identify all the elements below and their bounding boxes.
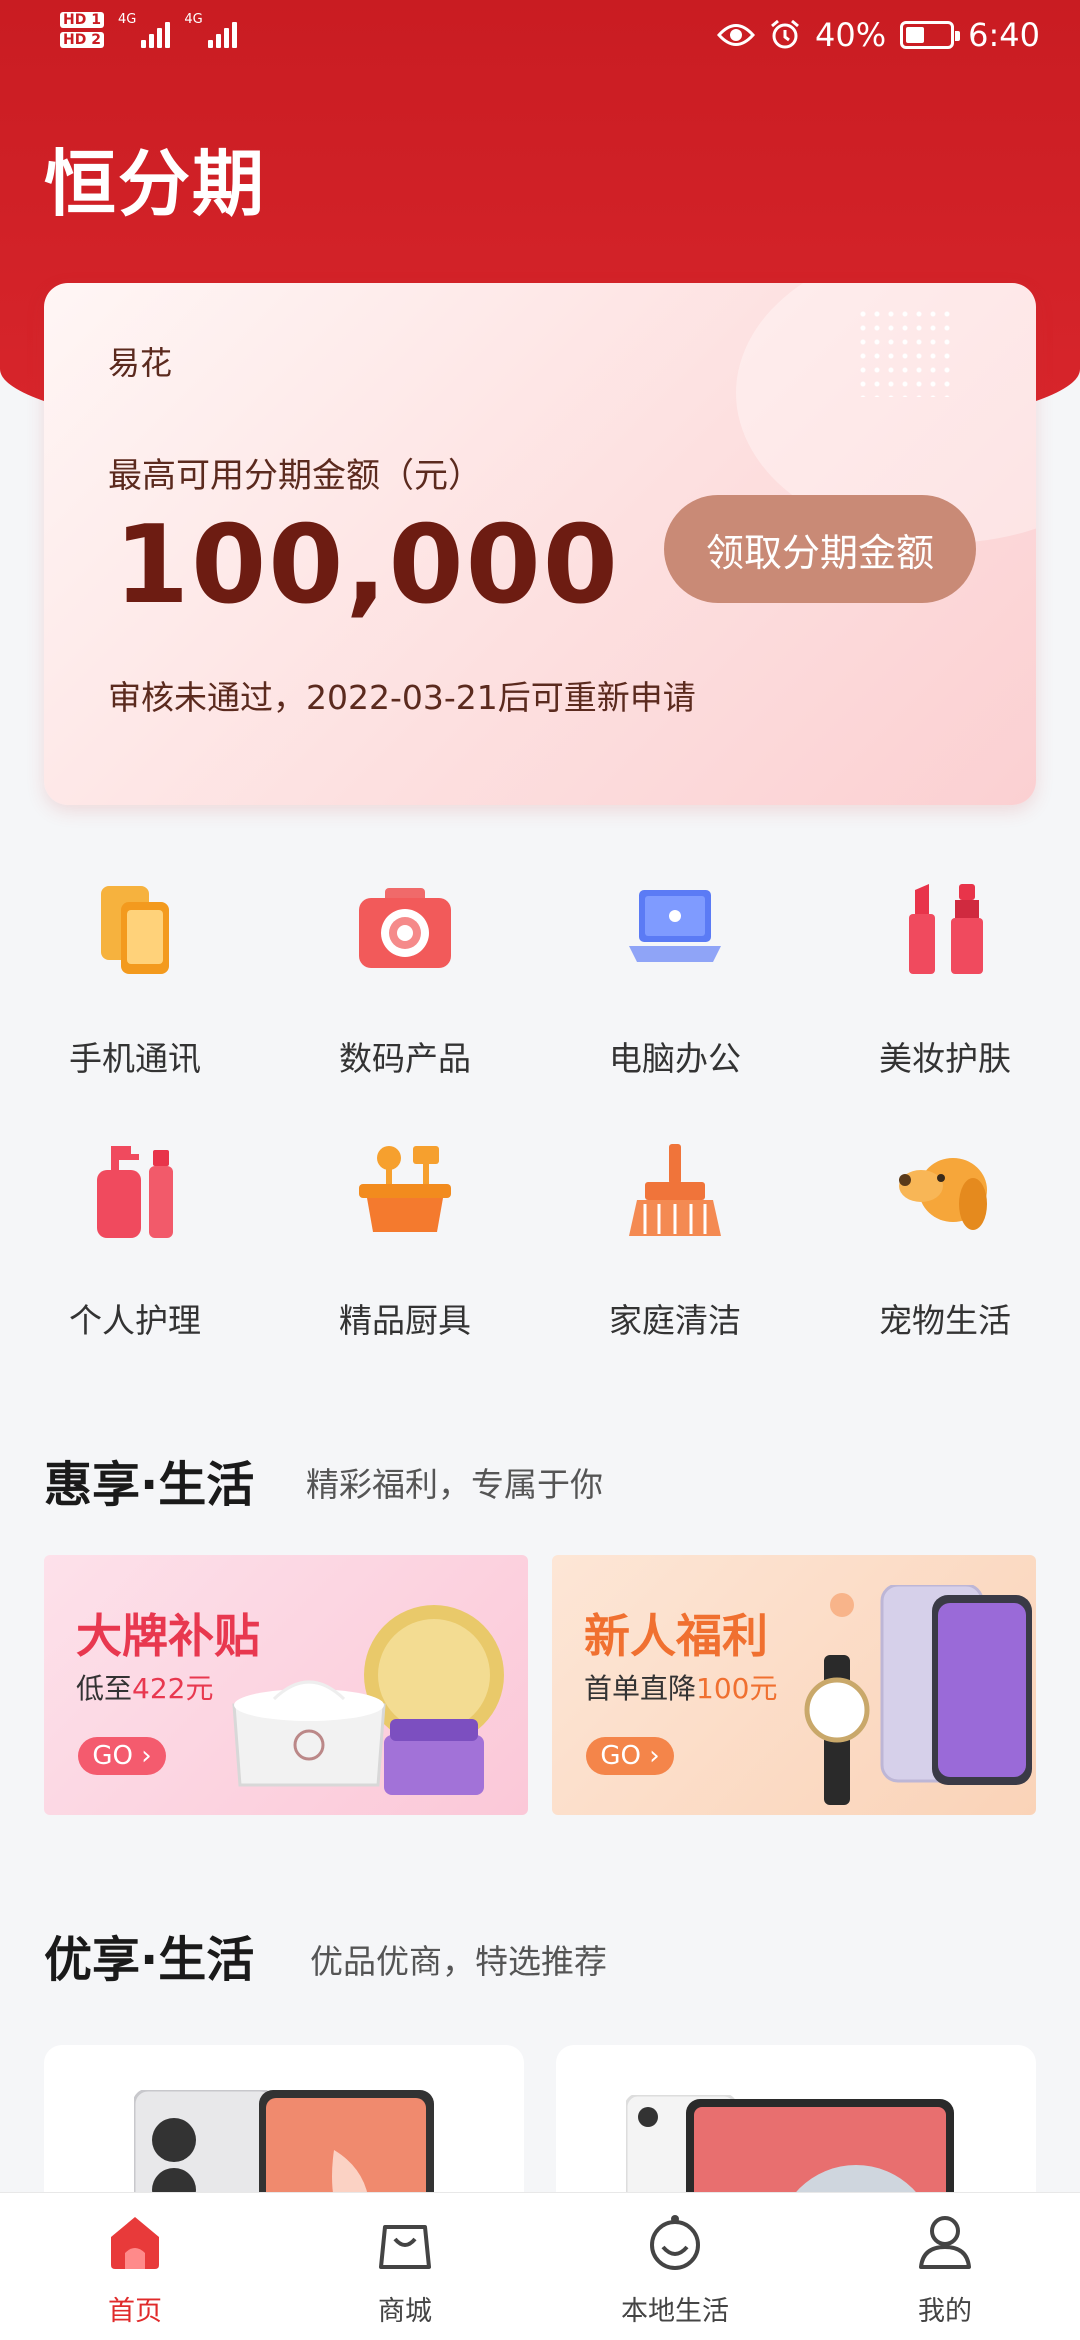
home-icon <box>111 2217 159 2269</box>
lotion-bottle-icon <box>97 1146 173 1238</box>
alarm-icon <box>771 19 799 49</box>
tab-label: 首页 <box>108 2296 162 2327</box>
category-label: 宠物生活 <box>879 1301 1011 1340</box>
category-item-beauty[interactable]: 美妆护肤 <box>810 880 1080 1080</box>
hd2-badge: HD 2 <box>60 32 104 48</box>
battery-percent: 40% <box>815 16 887 54</box>
tab-label: 我的 <box>918 2296 972 2327</box>
credit-card-panel: 易花 最高可用分期金额（元） 100,000 领取分期金额 审核未通过，2022… <box>44 283 1036 805</box>
category-item-computer[interactable]: 电脑办公 <box>540 880 810 1080</box>
product-name: 易花 <box>108 344 173 382</box>
category-label: 美妆护肤 <box>879 1039 1011 1078</box>
promo-card-new-user[interactable]: 新人福利 首单直降100元 GO › <box>552 1555 1036 1815</box>
promo-go-button[interactable]: GO › <box>586 1737 674 1775</box>
app-title: 恒分期 <box>44 142 267 226</box>
category-item-cleaning[interactable]: 家庭清洁 <box>540 1142 810 1342</box>
credit-limit-amount: 100,000 <box>114 503 620 628</box>
tab-mall[interactable]: 商城 <box>270 2193 540 2340</box>
signal-1-icon: 4G <box>117 12 171 48</box>
section-subtitle-benefits: 精彩福利，专属于你 <box>306 1465 603 1504</box>
promo-title: 新人福利 <box>584 1609 768 1663</box>
bottom-tab-bar: 首页 商城 本地生活 我的 <box>0 2192 1080 2340</box>
promo-desc: 低至422元 <box>76 1672 214 1705</box>
signal-2-icon: 4G <box>184 12 237 48</box>
dog-icon <box>899 1158 987 1230</box>
promo-go-button[interactable]: GO › <box>78 1737 166 1775</box>
category-label: 手机通讯 <box>69 1039 201 1078</box>
claim-amount-button[interactable]: 领取分期金额 <box>664 495 976 603</box>
eye-icon <box>717 24 756 46</box>
promo-desc: 首单直降100元 <box>584 1672 778 1705</box>
category-item-pet[interactable]: 宠物生活 <box>810 1142 1080 1342</box>
category-label: 精品厨具 <box>339 1301 471 1340</box>
phone-watch-product-image <box>804 1585 1032 1805</box>
lipstick-icon <box>909 884 983 974</box>
phone-icon <box>101 886 169 974</box>
tab-label: 本地生活 <box>621 2296 729 2327</box>
tab-home[interactable]: 首页 <box>0 2193 270 2340</box>
promo-card-brand-subsidy[interactable]: 大牌补贴 低至422元 GO › <box>44 1555 528 1815</box>
network-type-2: 4G <box>184 12 203 27</box>
shopping-bag-icon <box>379 2225 431 2269</box>
hd1-badge: HD 1 <box>60 12 104 28</box>
category-label: 电脑办公 <box>609 1039 741 1078</box>
camera-icon <box>359 888 451 968</box>
broom-icon <box>629 1144 721 1236</box>
category-item-phone[interactable]: 手机通讯 <box>0 880 270 1080</box>
category-item-digital[interactable]: 数码产品 <box>270 880 540 1080</box>
cookware-icon <box>359 1146 451 1232</box>
category-label: 家庭清洁 <box>609 1301 741 1340</box>
category-item-personal-care[interactable]: 个人护理 <box>0 1142 270 1342</box>
laptop-icon <box>629 890 721 962</box>
dot-pattern <box>856 307 956 397</box>
tab-mine[interactable]: 我的 <box>810 2193 1080 2340</box>
credit-limit-label: 最高可用分期金额（元） <box>108 456 482 496</box>
tab-local-life[interactable]: 本地生活 <box>540 2193 810 2340</box>
category-label: 数码产品 <box>339 1039 471 1078</box>
profile-icon <box>919 2216 971 2269</box>
tab-label: 商城 <box>378 2296 432 2327</box>
network-type-1: 4G <box>117 12 137 27</box>
section-subtitle-recommend: 优品优商，特选推荐 <box>310 1942 607 1981</box>
section-title-recommend: 优享·生活 <box>44 1932 255 1988</box>
category-item-kitchen[interactable]: 精品厨具 <box>270 1142 540 1342</box>
review-status-note: 审核未通过，2022-03-21后可重新申请 <box>108 678 696 717</box>
status-bar: HD 1 HD 2 4G 4G 40% 6:40 <box>0 0 1080 80</box>
section-title-benefits: 惠享·生活 <box>44 1457 255 1513</box>
battery-icon <box>900 21 961 49</box>
hd-indicators: HD 1 HD 2 <box>60 12 104 48</box>
cosmetics-product-image <box>232 1605 504 1795</box>
smiley-icon <box>650 2215 700 2270</box>
category-label: 个人护理 <box>69 1301 201 1340</box>
clock: 6:40 <box>968 16 1040 54</box>
